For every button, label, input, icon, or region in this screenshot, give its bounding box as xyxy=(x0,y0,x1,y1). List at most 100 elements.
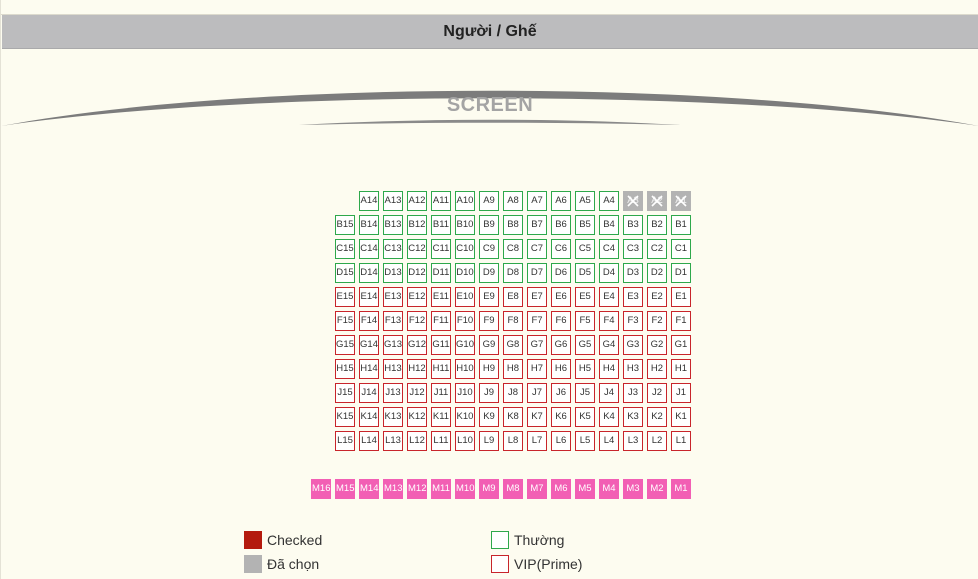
seat-b9[interactable]: B9 xyxy=(479,215,499,235)
seat-e5[interactable]: E5 xyxy=(575,287,595,307)
seat-k13[interactable]: K13 xyxy=(383,407,403,427)
seat-g1[interactable]: G1 xyxy=(671,335,691,355)
seat-j3[interactable]: J3 xyxy=(623,383,643,403)
seat-e9[interactable]: E9 xyxy=(479,287,499,307)
seat-f14[interactable]: F14 xyxy=(359,311,379,331)
seat-j10[interactable]: J10 xyxy=(455,383,475,403)
seat-m2[interactable]: M2 xyxy=(647,479,667,499)
seat-l14[interactable]: L14 xyxy=(359,431,379,451)
seat-l13[interactable]: L13 xyxy=(383,431,403,451)
seat-l4[interactable]: L4 xyxy=(599,431,619,451)
seat-a8[interactable]: A8 xyxy=(503,191,523,211)
seat-k11[interactable]: K11 xyxy=(431,407,451,427)
seat-b4[interactable]: B4 xyxy=(599,215,619,235)
seat-c8[interactable]: C8 xyxy=(503,239,523,259)
seat-k8[interactable]: K8 xyxy=(503,407,523,427)
seat-f6[interactable]: F6 xyxy=(551,311,571,331)
seat-f9[interactable]: F9 xyxy=(479,311,499,331)
seat-c6[interactable]: C6 xyxy=(551,239,571,259)
seat-f11[interactable]: F11 xyxy=(431,311,451,331)
seat-k2[interactable]: K2 xyxy=(647,407,667,427)
seat-j2[interactable]: J2 xyxy=(647,383,667,403)
seat-m16[interactable]: M16 xyxy=(311,479,331,499)
seat-d3[interactable]: D3 xyxy=(623,263,643,283)
seat-m7[interactable]: M7 xyxy=(527,479,547,499)
seat-a14[interactable]: A14 xyxy=(359,191,379,211)
seat-l9[interactable]: L9 xyxy=(479,431,499,451)
seat-h2[interactable]: H2 xyxy=(647,359,667,379)
seat-a10[interactable]: A10 xyxy=(455,191,475,211)
seat-g11[interactable]: G11 xyxy=(431,335,451,355)
seat-h4[interactable]: H4 xyxy=(599,359,619,379)
seat-g10[interactable]: G10 xyxy=(455,335,475,355)
seat-b1[interactable]: B1 xyxy=(671,215,691,235)
seat-j13[interactable]: J13 xyxy=(383,383,403,403)
seat-c2[interactable]: C2 xyxy=(647,239,667,259)
seat-m9[interactable]: M9 xyxy=(479,479,499,499)
seat-b8[interactable]: B8 xyxy=(503,215,523,235)
seat-d8[interactable]: D8 xyxy=(503,263,523,283)
seat-j15[interactable]: J15 xyxy=(335,383,355,403)
seat-j8[interactable]: J8 xyxy=(503,383,523,403)
seat-d4[interactable]: D4 xyxy=(599,263,619,283)
seat-m12[interactable]: M12 xyxy=(407,479,427,499)
seat-d7[interactable]: D7 xyxy=(527,263,547,283)
seat-h7[interactable]: H7 xyxy=(527,359,547,379)
seat-g5[interactable]: G5 xyxy=(575,335,595,355)
seat-g7[interactable]: G7 xyxy=(527,335,547,355)
seat-g14[interactable]: G14 xyxy=(359,335,379,355)
seat-a11[interactable]: A11 xyxy=(431,191,451,211)
seat-m10[interactable]: M10 xyxy=(455,479,475,499)
seat-e2[interactable]: E2 xyxy=(647,287,667,307)
seat-m6[interactable]: M6 xyxy=(551,479,571,499)
seat-e7[interactable]: E7 xyxy=(527,287,547,307)
seat-b6[interactable]: B6 xyxy=(551,215,571,235)
seat-b13[interactable]: B13 xyxy=(383,215,403,235)
seat-e3[interactable]: E3 xyxy=(623,287,643,307)
seat-h5[interactable]: H5 xyxy=(575,359,595,379)
seat-f3[interactable]: F3 xyxy=(623,311,643,331)
seat-d6[interactable]: D6 xyxy=(551,263,571,283)
seat-l1[interactable]: L1 xyxy=(671,431,691,451)
seat-g6[interactable]: G6 xyxy=(551,335,571,355)
seat-l15[interactable]: L15 xyxy=(335,431,355,451)
seat-m11[interactable]: M11 xyxy=(431,479,451,499)
seat-h8[interactable]: H8 xyxy=(503,359,523,379)
seat-j1[interactable]: J1 xyxy=(671,383,691,403)
seat-h14[interactable]: H14 xyxy=(359,359,379,379)
seat-l7[interactable]: L7 xyxy=(527,431,547,451)
seat-d10[interactable]: D10 xyxy=(455,263,475,283)
seat-c15[interactable]: C15 xyxy=(335,239,355,259)
seat-h6[interactable]: H6 xyxy=(551,359,571,379)
seat-j14[interactable]: J14 xyxy=(359,383,379,403)
seat-c11[interactable]: C11 xyxy=(431,239,451,259)
seat-j5[interactable]: J5 xyxy=(575,383,595,403)
seat-e14[interactable]: E14 xyxy=(359,287,379,307)
seat-f10[interactable]: F10 xyxy=(455,311,475,331)
seat-j6[interactable]: J6 xyxy=(551,383,571,403)
seat-d12[interactable]: D12 xyxy=(407,263,427,283)
seat-b5[interactable]: B5 xyxy=(575,215,595,235)
seat-k10[interactable]: K10 xyxy=(455,407,475,427)
seat-c14[interactable]: C14 xyxy=(359,239,379,259)
seat-b7[interactable]: B7 xyxy=(527,215,547,235)
seat-h3[interactable]: H3 xyxy=(623,359,643,379)
seat-g2[interactable]: G2 xyxy=(647,335,667,355)
seat-e4[interactable]: E4 xyxy=(599,287,619,307)
seat-h9[interactable]: H9 xyxy=(479,359,499,379)
seat-c12[interactable]: C12 xyxy=(407,239,427,259)
seat-j4[interactable]: J4 xyxy=(599,383,619,403)
seat-j9[interactable]: J9 xyxy=(479,383,499,403)
seat-b14[interactable]: B14 xyxy=(359,215,379,235)
seat-a12[interactable]: A12 xyxy=(407,191,427,211)
seat-m13[interactable]: M13 xyxy=(383,479,403,499)
seat-e6[interactable]: E6 xyxy=(551,287,571,307)
seat-d9[interactable]: D9 xyxy=(479,263,499,283)
seat-m8[interactable]: M8 xyxy=(503,479,523,499)
seat-c5[interactable]: C5 xyxy=(575,239,595,259)
seat-e8[interactable]: E8 xyxy=(503,287,523,307)
seat-f4[interactable]: F4 xyxy=(599,311,619,331)
seat-a5[interactable]: A5 xyxy=(575,191,595,211)
seat-h1[interactable]: H1 xyxy=(671,359,691,379)
seat-l5[interactable]: L5 xyxy=(575,431,595,451)
